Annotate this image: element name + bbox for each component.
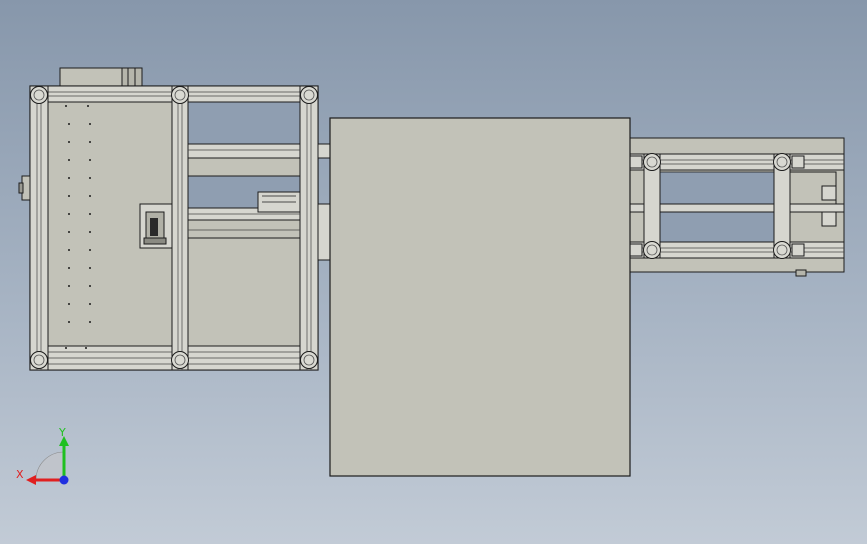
right-profile	[299, 85, 319, 371]
triad-z-axis	[59, 475, 69, 485]
right-rail-assembly[interactable]	[629, 137, 845, 277]
triad-y-label: Y	[58, 426, 66, 439]
frame-opening-top	[187, 101, 301, 145]
inner-plate	[187, 237, 301, 347]
left-profile	[29, 85, 49, 371]
reference-triad: X Y	[16, 426, 69, 485]
gripper-mechanism	[139, 203, 173, 249]
left-frame-assembly[interactable]	[18, 67, 319, 371]
cad-graphics-viewport[interactable]: X Y	[0, 0, 867, 544]
connector-rail-top	[317, 143, 331, 159]
upper-rail	[187, 143, 301, 159]
assembly-top-view[interactable]: X Y	[0, 0, 867, 544]
middle-profile	[171, 85, 189, 371]
large-plate	[329, 117, 631, 477]
triad-x-label: X	[16, 468, 24, 481]
